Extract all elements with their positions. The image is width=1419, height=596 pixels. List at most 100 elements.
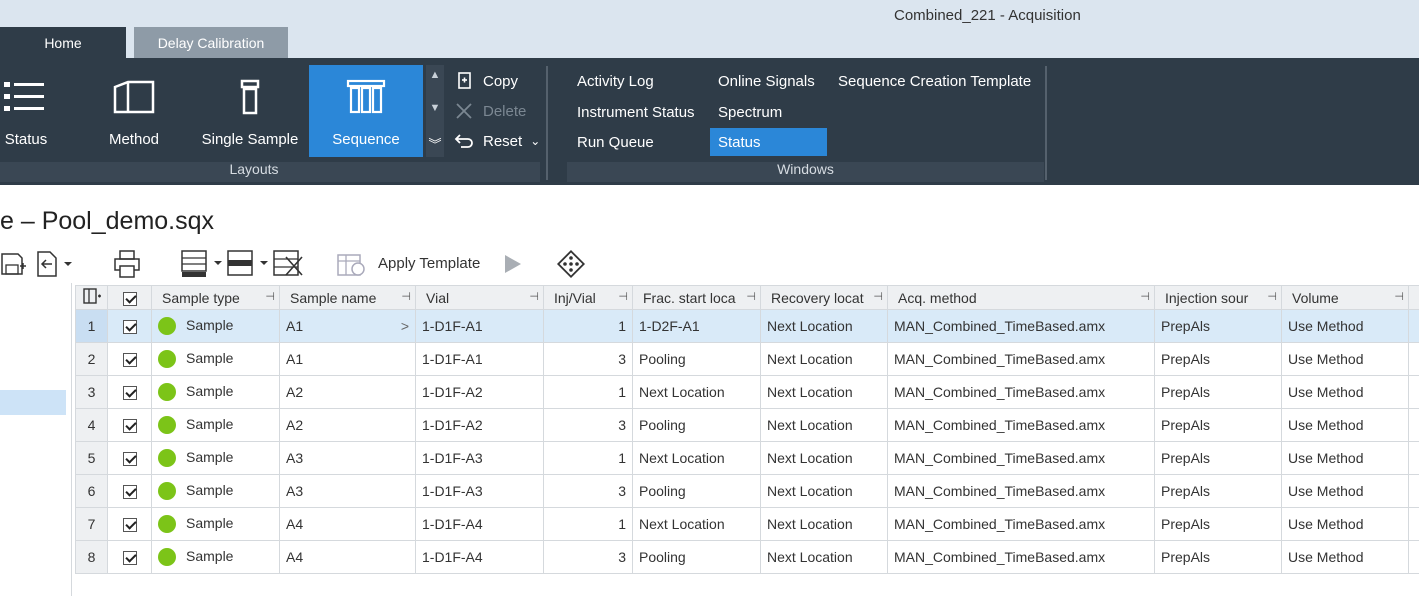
volume-cell[interactable]: Use Method — [1281, 540, 1409, 574]
vial-cell[interactable]: 1-D1F-A2 — [415, 375, 544, 409]
recovery-location-cell[interactable]: Next Location — [760, 507, 888, 541]
sample-name-cell[interactable]: A2 — [279, 408, 416, 442]
inj-vial-cell[interactable]: 1 — [543, 507, 633, 541]
frac-start-cell[interactable]: Next Location — [632, 375, 761, 409]
column-frac-start[interactable]: Frac. start loca ⊣ — [632, 285, 761, 310]
import-icon[interactable] — [34, 248, 76, 280]
vial-cell[interactable]: 1-D1F-A1 — [415, 309, 544, 343]
recovery-location-cell[interactable]: Next Location — [760, 309, 888, 343]
row-enabled-cell[interactable] — [107, 309, 152, 343]
row-enabled-checkbox[interactable] — [122, 518, 137, 533]
recovery-location-cell[interactable]: Next Location — [760, 408, 888, 442]
frac-start-cell[interactable]: Pooling — [632, 342, 761, 376]
sample-type-cell[interactable]: Sample — [151, 507, 280, 541]
row-number[interactable]: 1 — [75, 309, 108, 343]
injection-source-cell[interactable]: PrepAls — [1154, 441, 1282, 475]
window-spectrum[interactable]: Spectrum — [710, 98, 782, 126]
injection-source-cell[interactable]: PrepAls — [1154, 474, 1282, 508]
acq-method-cell[interactable]: MAN_Combined_TimeBased.amx — [887, 408, 1155, 442]
row-number[interactable]: 7 — [75, 507, 108, 541]
sample-type-cell[interactable]: Sample — [151, 408, 280, 442]
frac-start-cell[interactable]: Pooling — [632, 474, 761, 508]
recovery-location-cell[interactable]: Next Location — [760, 474, 888, 508]
sample-type-cell[interactable]: Sample — [151, 441, 280, 475]
column-recovery-location[interactable]: Recovery locat ⊣ — [760, 285, 888, 310]
volume-cell[interactable]: Use Method — [1281, 507, 1409, 541]
row-enabled-cell[interactable] — [107, 540, 152, 574]
copy-layout-button[interactable]: Copy — [453, 69, 518, 93]
insert-row-icon[interactable] — [180, 248, 226, 280]
row-enabled-checkbox[interactable] — [122, 353, 137, 368]
recovery-location-cell[interactable]: Next Location — [760, 441, 888, 475]
injection-source-cell[interactable]: PrepAls — [1154, 342, 1282, 376]
row-enabled-checkbox[interactable] — [122, 320, 137, 335]
select-all-checkbox[interactable] — [122, 291, 137, 306]
layout-status-button[interactable]: Status — [0, 65, 52, 157]
frac-start-cell[interactable]: Next Location — [632, 507, 761, 541]
injection-source-cell[interactable]: PrepAls — [1154, 507, 1282, 541]
expand-arrow-icon[interactable]: > — [401, 318, 409, 334]
row-enabled-cell[interactable] — [107, 507, 152, 541]
column-acq-method[interactable]: Acq. method ⊣ — [887, 285, 1155, 310]
layout-single-sample-button[interactable]: Single Sample — [194, 65, 306, 157]
inj-vial-cell[interactable]: 3 — [543, 474, 633, 508]
row-enabled-checkbox[interactable] — [122, 386, 137, 401]
recovery-location-cell[interactable]: Next Location — [760, 342, 888, 376]
column-injection-source[interactable]: Injection sour ⊣ — [1154, 285, 1282, 310]
apply-template-button[interactable]: Apply Template — [378, 255, 480, 272]
sample-type-cell[interactable]: Sample — [151, 474, 280, 508]
print-icon[interactable] — [112, 248, 142, 280]
column-chooser-icon[interactable] — [82, 287, 102, 305]
sample-type-cell[interactable]: Sample — [151, 375, 280, 409]
volume-cell[interactable]: Use Method — [1281, 441, 1409, 475]
column-volume[interactable]: Volume ⊣ — [1281, 285, 1409, 310]
row-enabled-checkbox[interactable] — [122, 485, 137, 500]
window-status[interactable]: Status — [710, 128, 827, 156]
row-enabled-checkbox[interactable] — [122, 551, 137, 566]
window-activity-log[interactable]: Activity Log — [569, 67, 654, 95]
frac-start-cell[interactable]: Pooling — [632, 408, 761, 442]
acq-method-cell[interactable]: MAN_Combined_TimeBased.amx — [887, 375, 1155, 409]
row-enabled-cell[interactable] — [107, 408, 152, 442]
pin-icon[interactable]: ⊣ — [529, 290, 539, 303]
acq-method-cell[interactable]: MAN_Combined_TimeBased.amx — [887, 309, 1155, 343]
row-number[interactable]: 5 — [75, 441, 108, 475]
frac-start-cell[interactable]: 1-D2F-A1 — [632, 309, 761, 343]
layout-method-button[interactable]: Method — [94, 65, 174, 157]
select-all-header[interactable] — [107, 285, 152, 310]
table-row[interactable]: 4 Sample A2 1-D1F-A2 3 Pooling Next Location MA… — [75, 408, 1419, 442]
pin-icon[interactable]: ⊣ — [1394, 290, 1404, 303]
frac-start-cell[interactable]: Next Location — [632, 441, 761, 475]
column-sample-type[interactable]: Sample type ⊣ — [151, 285, 280, 310]
injection-source-cell[interactable]: PrepAls — [1154, 540, 1282, 574]
sample-name-cell[interactable]: A3 — [279, 441, 416, 475]
layout-sequence-button[interactable]: Sequence — [309, 65, 423, 157]
chevron-down-icon[interactable]: ▼ — [430, 102, 441, 114]
injection-source-cell[interactable]: PrepAls — [1154, 309, 1282, 343]
sample-name-cell[interactable]: A2 — [279, 375, 416, 409]
pin-icon[interactable]: ⊣ — [1267, 290, 1277, 303]
sample-name-cell[interactable]: A3 — [279, 474, 416, 508]
vial-cell[interactable]: 1-D1F-A4 — [415, 507, 544, 541]
pin-icon[interactable]: ⊣ — [401, 290, 411, 303]
reset-layout-button[interactable]: Reset ⌄ — [453, 129, 540, 153]
volume-cell[interactable]: Use Method — [1281, 408, 1409, 442]
inj-vial-cell[interactable]: 1 — [543, 441, 633, 475]
window-online-signals[interactable]: Online Signals — [710, 67, 815, 95]
vial-cell[interactable]: 1-D1F-A3 — [415, 474, 544, 508]
row-enabled-cell[interactable] — [107, 342, 152, 376]
sample-type-cell[interactable]: Sample — [151, 309, 280, 343]
volume-cell[interactable]: Use Method — [1281, 309, 1409, 343]
tab-home[interactable]: Home — [0, 27, 126, 58]
column-inj-vial[interactable]: Inj/Vial ⊣ — [543, 285, 633, 310]
pin-icon[interactable]: ⊣ — [265, 290, 275, 303]
sample-type-cell[interactable]: Sample — [151, 540, 280, 574]
table-row[interactable]: 5 Sample A3 1-D1F-A3 1 Next Location Next Loca… — [75, 441, 1419, 475]
vial-cell[interactable]: 1-D1F-A1 — [415, 342, 544, 376]
acq-method-cell[interactable]: MAN_Combined_TimeBased.amx — [887, 507, 1155, 541]
pin-icon[interactable]: ⊣ — [746, 290, 756, 303]
inj-vial-cell[interactable]: 1 — [543, 375, 633, 409]
inj-vial-cell[interactable]: 3 — [543, 540, 633, 574]
left-pane-selected-item[interactable] — [0, 390, 66, 415]
dice-random-icon[interactable] — [556, 248, 586, 280]
